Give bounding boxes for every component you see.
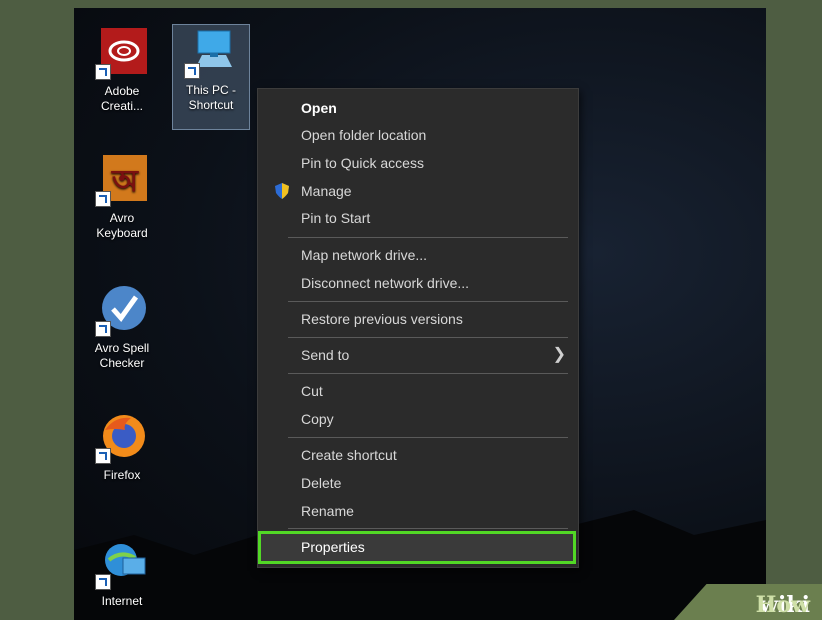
avro-spell-checker-icon (95, 283, 149, 337)
desktop-icon-label: Avro Keyboard (96, 211, 148, 240)
menu-item-restore-previous-versions[interactable]: Restore previous versions (258, 306, 578, 332)
desktop-icon-firefox[interactable]: Firefox (84, 410, 160, 483)
firefox-icon (95, 410, 149, 464)
shortcut-arrow-icon (95, 574, 111, 590)
this-pc-icon (184, 25, 238, 79)
desktop-icon-label: Avro Spell Checker (94, 341, 150, 370)
menu-item-copy[interactable]: Copy (258, 406, 578, 432)
chevron-right-icon: ❯ (552, 346, 566, 363)
desktop-icon-label: Internet (101, 594, 143, 608)
desktop-icon-internet[interactable]: Internet (84, 536, 160, 609)
menu-separator (288, 237, 568, 238)
menu-item-label: Disconnect network drive... (301, 275, 470, 291)
desktop-icon-adobe[interactable]: Adobe Creati... (84, 26, 160, 114)
desktop-icon-label: Firefox (103, 468, 141, 482)
desktop-icon-avro-keyboard[interactable]: অ Avro Keyboard (84, 153, 160, 241)
shortcut-arrow-icon (184, 63, 200, 79)
menu-item-label: Cut (301, 383, 323, 399)
menu-item-manage[interactable]: Manage (258, 178, 578, 204)
menu-item-label: Manage (301, 183, 352, 199)
menu-separator (288, 337, 568, 338)
svg-text:অ: অ (111, 164, 139, 199)
menu-item-label: Delete (301, 475, 342, 491)
desktop-icon-label: Adobe Creati... (100, 84, 143, 113)
menu-item-delete[interactable]: Delete (258, 470, 578, 496)
menu-item-label: Copy (301, 411, 334, 427)
menu-separator (288, 373, 568, 374)
shortcut-arrow-icon (95, 448, 111, 464)
menu-item-label: Open (301, 100, 337, 116)
menu-item-label: Open folder location (301, 127, 427, 143)
menu-item-open[interactable]: Open (258, 95, 578, 121)
menu-item-label: Pin to Start (301, 210, 371, 226)
menu-item-properties[interactable]: Properties (258, 531, 576, 564)
internet-explorer-icon (95, 536, 149, 590)
menu-item-send-to[interactable]: Send to ❯ (258, 342, 578, 368)
menu-item-label: Restore previous versions (301, 311, 463, 327)
menu-item-rename[interactable]: Rename (258, 498, 578, 524)
menu-separator (288, 528, 568, 529)
menu-item-pin-quick-access[interactable]: Pin to Quick access (258, 150, 578, 176)
desktop-icon-avro-spell-checker[interactable]: Avro Spell Checker (84, 283, 160, 371)
menu-item-pin-to-start[interactable]: Pin to Start (258, 205, 578, 231)
menu-item-map-network-drive[interactable]: Map network drive... (258, 242, 578, 268)
menu-item-create-shortcut[interactable]: Create shortcut (258, 442, 578, 468)
avro-keyboard-icon: অ (95, 153, 149, 207)
menu-item-label: Pin to Quick access (301, 155, 424, 171)
shortcut-arrow-icon (95, 321, 111, 337)
menu-item-cut[interactable]: Cut (258, 378, 578, 404)
menu-item-label: Send to (301, 347, 350, 363)
menu-item-label: Rename (301, 503, 354, 519)
menu-item-label: Create shortcut (301, 447, 397, 463)
menu-item-label: Properties (301, 539, 365, 555)
menu-item-disconnect-network-drive[interactable]: Disconnect network drive... (258, 270, 578, 296)
shortcut-arrow-icon (95, 64, 111, 80)
desktop-icon-this-pc[interactable]: This PC - Shortcut (172, 24, 250, 130)
context-menu: Open Open folder location Pin to Quick a… (257, 88, 579, 568)
menu-separator (288, 437, 568, 438)
menu-item-open-folder-location[interactable]: Open folder location (258, 122, 578, 148)
shortcut-arrow-icon (95, 191, 111, 207)
admin-shield-icon (275, 183, 289, 199)
adobe-cc-icon (95, 26, 149, 80)
desktop-icon-label: This PC - Shortcut (185, 83, 236, 112)
menu-item-label: Map network drive... (301, 247, 428, 263)
menu-separator (288, 301, 568, 302)
